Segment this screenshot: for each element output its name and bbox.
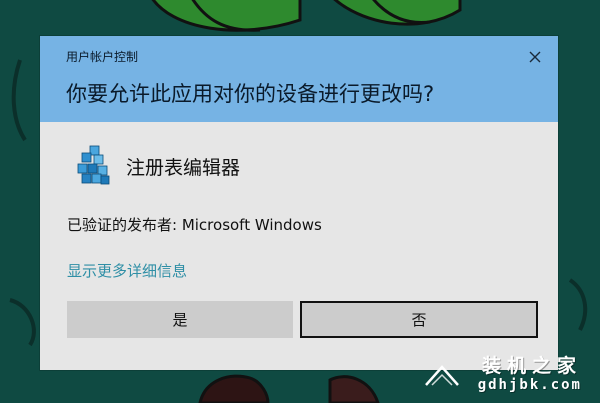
no-button[interactable]: 否 (300, 301, 538, 338)
dialog-question: 你要允许此应用对你的设备进行更改吗? (66, 82, 435, 106)
close-icon (529, 51, 541, 63)
dialog-header: 用户帐户控制 你要允许此应用对你的设备进行更改吗? (40, 36, 558, 122)
watermark: 装机之家 gdhjbk.com (422, 349, 592, 399)
yes-button[interactable]: 是 (67, 301, 293, 338)
registry-editor-icon (77, 145, 110, 185)
watermark-url: gdhjbk.com (477, 377, 582, 393)
verified-publisher: 已验证的发布者: Microsoft Windows (67, 216, 322, 234)
close-button[interactable] (522, 44, 548, 70)
house-logo-icon (425, 365, 459, 386)
app-name: 注册表编辑器 (126, 157, 241, 179)
dialog-caption: 用户帐户控制 (66, 50, 139, 64)
uac-dialog: 用户帐户控制 你要允许此应用对你的设备进行更改吗? 注册表编辑器 已验证的发布者… (40, 36, 558, 370)
show-more-details-link[interactable]: 显示更多详细信息 (67, 260, 187, 281)
watermark-title: 装机之家 (481, 355, 582, 377)
